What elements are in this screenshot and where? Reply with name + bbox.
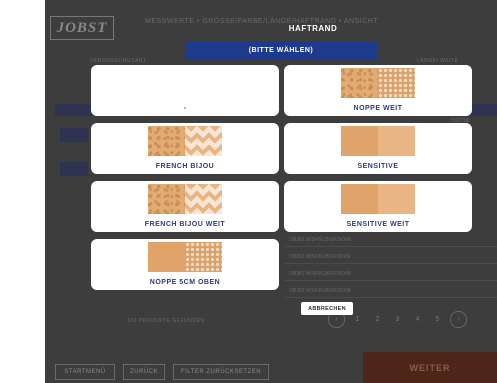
option-french-bijou[interactable]: FRENCH BIJOU bbox=[91, 123, 279, 174]
option-label: NOPPE 5CM OBEN bbox=[149, 279, 221, 286]
app-window: JOBST MESSWERTE • GRÖSSE/FARBE/LÄNGE/HAF… bbox=[45, 0, 497, 383]
page-link[interactable]: 4 bbox=[410, 312, 425, 327]
option-sensitive-weit[interactable]: SENSITIVE WEIT bbox=[284, 181, 472, 232]
page-link[interactable]: 2 bbox=[370, 312, 385, 327]
option-label: - bbox=[183, 105, 187, 112]
page-link[interactable]: 3 bbox=[390, 312, 405, 327]
swatch-image bbox=[148, 242, 222, 272]
option-noppe-5cm-oben[interactable]: NOPPE 5CM OBEN bbox=[91, 239, 279, 290]
reset-filter-button[interactable]: FILTER ZURÜCKSETZEN bbox=[173, 364, 269, 380]
cancel-button[interactable]: ABBRECHEN bbox=[301, 302, 353, 315]
jobst-logo: JOBST bbox=[50, 16, 114, 40]
swatch-image bbox=[341, 68, 415, 98]
table-row[interactable]: OB382 M/SF/KLB/SF/SO/M bbox=[285, 233, 497, 247]
option-french-bijou-weit[interactable]: FRENCH BIJOU WEIT bbox=[91, 181, 279, 232]
filter-chip[interactable] bbox=[60, 128, 88, 142]
column-label-left: VERSORGUNGSART bbox=[90, 58, 147, 64]
swatch-image bbox=[148, 184, 222, 214]
column-label-right: LÄNGE/ WEITE bbox=[417, 58, 459, 64]
option-label: FRENCH BIJOU bbox=[155, 163, 215, 170]
table-row[interactable]: OB382 M/SF/KLB/SF/SO/M bbox=[285, 267, 497, 281]
table-row[interactable]: OB382 M/SF/KLB/SF/SO/M bbox=[285, 284, 497, 298]
option-noppe-weit[interactable]: NOPPE WEIT bbox=[284, 65, 472, 116]
option-label: NOPPE WEIT bbox=[353, 105, 403, 112]
table-row[interactable]: OB382 M/SF/KLB/SF/SO/M bbox=[285, 250, 497, 264]
swatch-image bbox=[341, 126, 415, 156]
option-sensitive[interactable]: SENSITIVE bbox=[284, 123, 472, 174]
page-link[interactable]: 5 bbox=[430, 312, 445, 327]
option-label: SENSITIVE WEIT bbox=[346, 221, 410, 228]
swatch-image bbox=[148, 126, 222, 156]
back-button[interactable]: ZURÜCK bbox=[123, 364, 165, 380]
select-placeholder[interactable]: (BITTE WÄHLEN) bbox=[185, 42, 377, 59]
chevron-right-icon[interactable]: › bbox=[450, 311, 467, 328]
filter-chip[interactable] bbox=[60, 162, 88, 176]
startmenu-button[interactable]: STARTMENÜ bbox=[55, 364, 115, 380]
swatch-image bbox=[341, 184, 415, 214]
option-label: FRENCH BIJOU WEIT bbox=[144, 221, 226, 228]
next-button[interactable]: WEITER bbox=[363, 352, 497, 383]
modal-title: HAFTRAND bbox=[288, 24, 338, 33]
result-count: 102 PRODUKTE GEFUNDEN bbox=[127, 318, 205, 324]
option-none[interactable]: - bbox=[91, 65, 279, 116]
option-label: SENSITIVE bbox=[357, 163, 399, 170]
